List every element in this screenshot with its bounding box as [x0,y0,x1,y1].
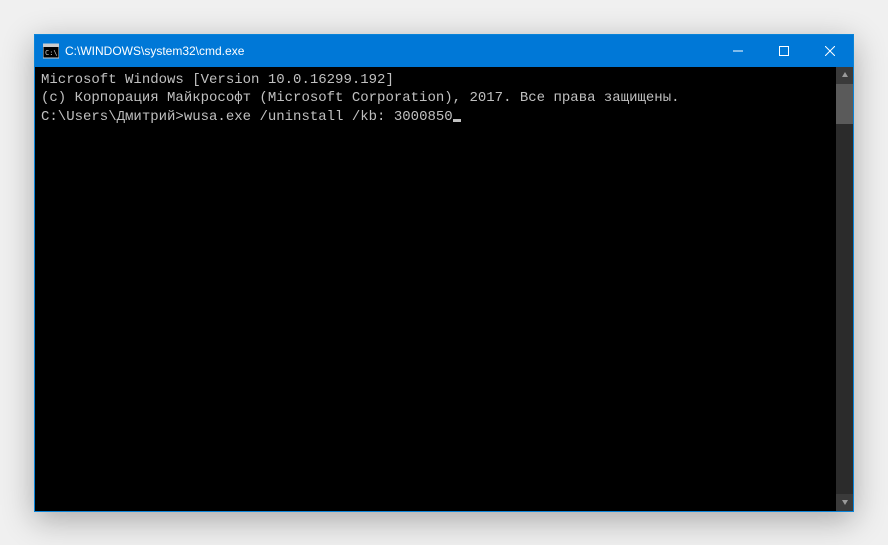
scrollbar-thumb[interactable] [836,84,853,124]
minimize-button[interactable] [715,35,761,67]
svg-text:C:\: C:\ [45,49,58,57]
scroll-up-button[interactable] [836,67,853,84]
scroll-down-button[interactable] [836,494,853,511]
prompt: C:\Users\Дмитрий> [41,109,184,125]
terminal-prompt-line: C:\Users\Дмитрий>wusa.exe /uninstall /kb… [41,108,830,127]
window-title: C:\WINDOWS\system32\cmd.exe [65,44,244,58]
scrollbar-track[interactable] [836,84,853,494]
cmd-icon: C:\ [43,43,59,59]
vertical-scrollbar[interactable] [836,67,853,511]
command-text: wusa.exe /uninstall /kb: 3000850 [184,109,453,125]
terminal-area: Microsoft Windows [Version 10.0.16299.19… [35,67,853,511]
terminal[interactable]: Microsoft Windows [Version 10.0.16299.19… [35,67,836,511]
terminal-line: Microsoft Windows [Version 10.0.16299.19… [41,71,830,90]
titlebar[interactable]: C:\ C:\WINDOWS\system32\cmd.exe [35,35,853,67]
maximize-button[interactable] [761,35,807,67]
cursor [453,119,461,122]
terminal-line: (c) Корпорация Майкрософт (Microsoft Cor… [41,89,830,108]
close-button[interactable] [807,35,853,67]
cmd-window: C:\ C:\WINDOWS\system32\cmd.exe Microsof… [34,34,854,512]
